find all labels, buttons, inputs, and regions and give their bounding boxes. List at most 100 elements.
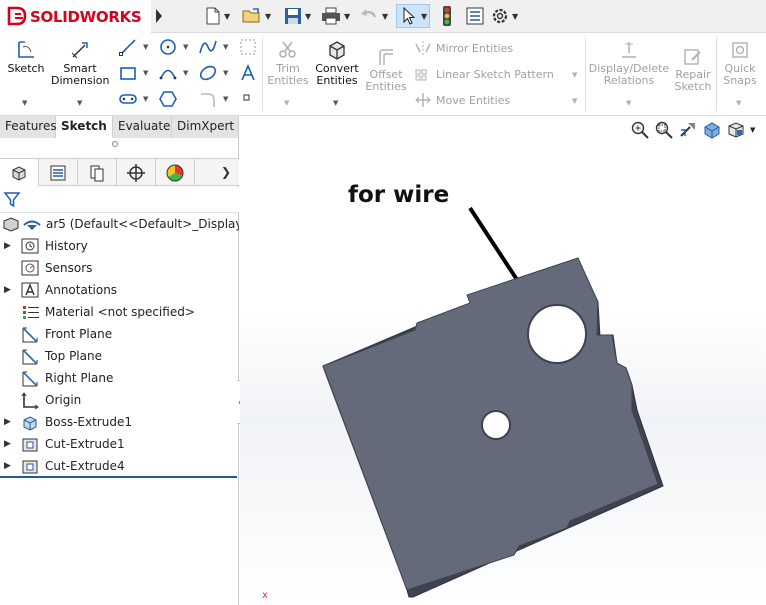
chevron-down-icon[interactable]: ▼ — [512, 12, 518, 21]
polygon-icon[interactable] — [158, 89, 178, 109]
feature-manager-tab[interactable] — [0, 159, 39, 186]
construction-geometry-icon[interactable] — [238, 37, 258, 57]
select-button[interactable]: ▼ — [396, 4, 431, 28]
chevron-down-icon[interactable]: ▼ — [265, 12, 271, 21]
linear-sketch-pattern-label: Linear Sketch Pattern — [436, 67, 554, 81]
tree-item-top-plane[interactable]: Top Plane — [0, 345, 239, 367]
convert-entities-dropdown-icon[interactable]: ▼ — [333, 99, 338, 107]
tree-item-front-plane[interactable]: Front Plane — [0, 323, 239, 345]
save-button[interactable]: ▼ — [283, 4, 311, 28]
tab-evaluate[interactable]: Evaluate — [113, 116, 172, 138]
options-button[interactable]: ▼ — [490, 4, 518, 28]
expand-arrow-icon[interactable]: ▶ — [4, 241, 11, 251]
dimxpert-manager-tab[interactable] — [117, 159, 156, 186]
tree-item-right-plane[interactable]: Right Plane — [0, 367, 239, 389]
display-delete-relations-dropdown-icon[interactable]: ▼ — [626, 99, 631, 107]
chevron-down-icon[interactable]: ▼ — [421, 12, 427, 21]
mounting-hole-small[interactable] — [481, 410, 511, 440]
arc-icon[interactable] — [158, 63, 178, 83]
wire-hole-large[interactable] — [527, 304, 587, 364]
print-button[interactable]: ▼ — [320, 4, 350, 28]
tree-root-part[interactable]: ar5 (Default<<Default>_Display State — [0, 213, 239, 235]
file-properties-button[interactable] — [465, 4, 485, 28]
tree-item-sensors[interactable]: Sensors — [0, 257, 239, 279]
tab-dimxpert[interactable]: DimXpert — [172, 116, 239, 138]
expand-arrow-icon[interactable]: ▶ — [4, 285, 11, 295]
spline-dropdown-icon[interactable]: ▼ — [223, 43, 228, 51]
filter-icon[interactable] — [3, 191, 21, 209]
point-icon[interactable] — [242, 93, 252, 103]
chevron-down-icon[interactable]: ▼ — [344, 12, 350, 21]
tree-item-cut-extrude1[interactable]: ▶ Cut-Extrude1 — [0, 433, 239, 455]
smart-dimension-dropdown-icon[interactable]: ▼ — [77, 99, 82, 107]
rectangle-icon[interactable] — [118, 63, 138, 83]
tree-filter-bar[interactable] — [0, 187, 239, 213]
rebuild-icon — [443, 6, 451, 26]
tree-item-cut-extrude4[interactable]: ▶ Cut-Extrude4 — [0, 455, 239, 477]
line-icon[interactable] — [118, 37, 138, 57]
trim-entities-dropdown-icon[interactable]: ▼ — [284, 99, 289, 107]
move-entities-button[interactable]: Move Entities — [414, 92, 510, 108]
linear-sketch-pattern-dropdown-icon[interactable]: ▼ — [572, 71, 577, 79]
select-icon — [403, 6, 416, 25]
linear-sketch-pattern-button[interactable]: Linear Sketch Pattern — [414, 66, 554, 82]
configuration-manager-tab[interactable] — [78, 159, 117, 186]
part-model[interactable] — [240, 116, 766, 605]
slot-icon[interactable] — [118, 89, 138, 109]
display-delete-relations-button[interactable]: Display/Delete Relations — [588, 39, 670, 87]
tree-item-annotations[interactable]: ▶ Annotations — [0, 279, 239, 301]
tree-item-history[interactable]: ▶ History — [0, 235, 239, 257]
chevron-down-icon[interactable]: ▼ — [224, 12, 230, 21]
ellipse-dropdown-icon[interactable]: ▼ — [223, 69, 228, 77]
open-icon — [242, 8, 260, 23]
rebuild-button[interactable] — [440, 4, 454, 28]
slot-dropdown-icon[interactable]: ▼ — [143, 95, 148, 103]
property-manager-tab[interactable] — [39, 159, 78, 186]
convert-entities-label-2: Entities — [316, 74, 358, 87]
spline-icon[interactable] — [198, 37, 218, 57]
tree-item-boss-extrude1[interactable]: ▶ Boss-Extrude1 — [0, 411, 239, 433]
line-dropdown-icon[interactable]: ▼ — [143, 43, 148, 51]
quick-snaps-button[interactable]: Quick Snaps — [720, 39, 760, 87]
rollback-bar[interactable] — [0, 476, 237, 478]
trim-entities-button[interactable]: Trim Entities — [266, 39, 310, 87]
smart-dimension-button[interactable]: Smart Dimension — [51, 39, 109, 87]
display-manager-tab[interactable] — [156, 159, 195, 186]
undo-icon — [361, 9, 377, 18]
brand-name: SOLIDWORKS — [30, 8, 142, 26]
chevron-down-icon[interactable]: ▼ — [382, 12, 388, 21]
arc-dropdown-icon[interactable]: ▼ — [183, 69, 188, 77]
rectangle-dropdown-icon[interactable]: ▼ — [143, 69, 148, 77]
tab-features[interactable]: Features — [0, 116, 57, 138]
solidworks-logo[interactable]: SOLIDWORKS — [0, 0, 151, 33]
mirror-entities-button[interactable]: Mirror Entities — [414, 40, 513, 56]
panel-grip-handle[interactable] — [112, 141, 118, 147]
open-button[interactable]: ▼ — [241, 4, 271, 28]
convert-entities-button[interactable]: Convert Entities — [314, 39, 360, 87]
sketch-button[interactable]: Sketch — [6, 39, 46, 75]
offset-entities-button[interactable]: Offset Entities — [364, 47, 408, 93]
new-document-button[interactable]: ▼ — [204, 4, 230, 28]
quick-snaps-dropdown-icon[interactable]: ▼ — [736, 99, 741, 107]
undo-button[interactable]: ▼ — [358, 4, 388, 28]
chevron-down-icon[interactable]: ▼ — [305, 12, 311, 21]
circle-dropdown-icon[interactable]: ▼ — [183, 43, 188, 51]
expand-arrow-icon[interactable]: ▶ — [4, 461, 11, 471]
more-managers-arrow-icon[interactable]: ❯ — [221, 165, 231, 179]
ellipse-icon[interactable] — [198, 63, 218, 83]
tree-item-origin[interactable]: Origin — [0, 389, 239, 411]
fillet-dropdown-icon[interactable]: ▼ — [223, 95, 228, 103]
fillet-icon[interactable] — [198, 89, 218, 109]
repair-sketch-button[interactable]: Repair Sketch — [673, 47, 713, 93]
expand-arrow-icon[interactable]: ▶ — [4, 417, 11, 427]
tab-sketch[interactable]: Sketch — [56, 116, 113, 138]
quick-snaps-label-2: Snaps — [723, 74, 757, 87]
text-icon[interactable] — [238, 63, 258, 83]
tree-item-material[interactable]: Material <not specified> — [0, 301, 239, 323]
expand-arrow-icon[interactable]: ▶ — [4, 439, 11, 449]
menu-expand-arrow-icon[interactable] — [154, 6, 164, 26]
sketch-dropdown-icon[interactable]: ▼ — [22, 99, 27, 107]
move-entities-dropdown-icon[interactable]: ▼ — [572, 97, 577, 105]
circle-icon[interactable] — [158, 37, 178, 57]
configuration-manager-icon — [90, 165, 104, 181]
